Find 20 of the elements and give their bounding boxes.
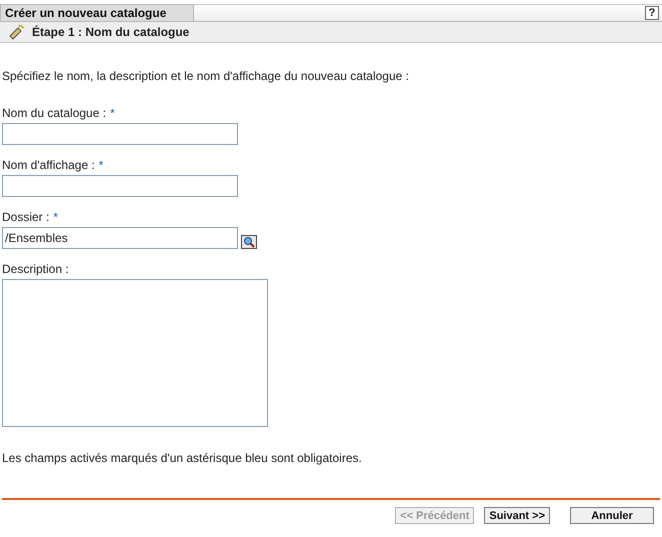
required-mark: * bbox=[98, 157, 104, 174]
field-label: Description : bbox=[2, 261, 69, 278]
help-button[interactable]: ? bbox=[645, 6, 659, 20]
search-icon[interactable] bbox=[241, 235, 257, 249]
field-label: Nom du catalogue : bbox=[2, 105, 106, 122]
description-field[interactable] bbox=[2, 279, 268, 427]
field-label: Dossier : bbox=[2, 209, 50, 226]
wizard-button[interactable]: Suivant >> bbox=[484, 507, 550, 524]
required-note: Les champs activés marqués d'un astérisque bleu sont obligatoires. bbox=[2, 450, 363, 467]
text-field[interactable] bbox=[2, 175, 238, 197]
required-mark: * bbox=[110, 105, 115, 122]
window-title: Créer un nouveau catalogue bbox=[0, 4, 194, 21]
field-label: Nom d'affichage : bbox=[2, 157, 95, 174]
intro-text: Spécifiez le nom, la description et le nom d'affichage du nouveau catalogue : bbox=[2, 68, 410, 85]
required-mark: * bbox=[53, 209, 58, 226]
folder-field[interactable]: /Ensembles bbox=[2, 227, 238, 249]
wizard-button[interactable]: Annuler bbox=[570, 507, 654, 524]
wand-icon bbox=[8, 24, 26, 40]
text-field[interactable] bbox=[2, 123, 238, 145]
step-title: Étape 1 : Nom du catalogue bbox=[32, 24, 190, 41]
